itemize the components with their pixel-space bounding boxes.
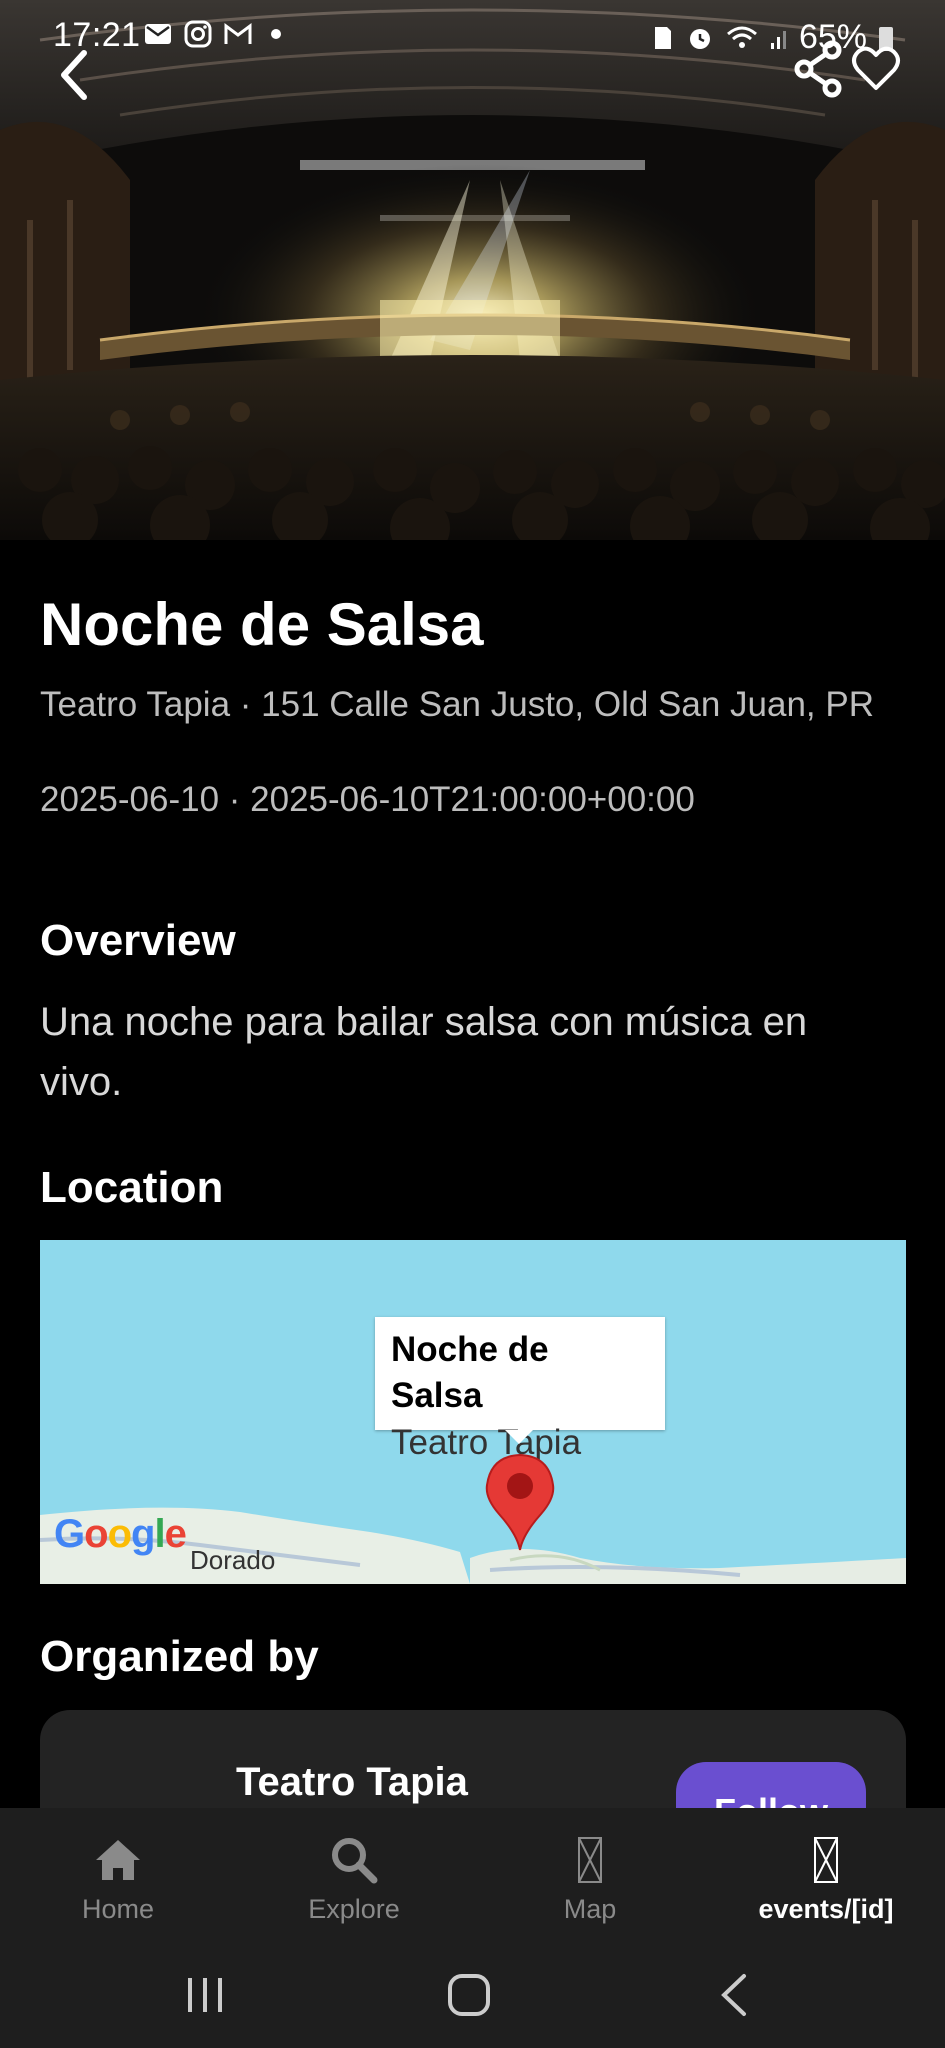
placeholder-icon xyxy=(814,1837,838,1883)
status-notification-icons xyxy=(143,19,281,49)
tab-map[interactable]: Map xyxy=(472,1808,708,1938)
home-icon xyxy=(96,1840,140,1880)
organizer-name: Teatro Tapia xyxy=(236,1760,468,1804)
event-address: Teatro Tapia · 151 Calle San Justo, Old … xyxy=(40,685,875,724)
map-place-label: Dorado xyxy=(190,1545,276,1575)
event-datetime: 2025-06-10 · 2025-06-10T21:00:00+00:00 xyxy=(40,780,695,819)
recent-apps-button[interactable] xyxy=(180,1970,230,2020)
event-title: Noche de Salsa xyxy=(40,591,484,658)
tab-explore-label: Explore xyxy=(308,1894,400,1924)
back-arrow-icon xyxy=(721,1974,746,2016)
home-system-button[interactable] xyxy=(444,1970,494,2020)
system-back-button[interactable] xyxy=(710,1970,760,2020)
signal-icon xyxy=(769,23,789,53)
map-info-callout[interactable]: Noche de Salsa Teatro Tapia xyxy=(375,1317,665,1462)
gmail-icon xyxy=(223,19,253,49)
wifi-icon xyxy=(725,23,759,53)
organizer-heading: Organized by xyxy=(40,1632,319,1681)
chevron-left-icon xyxy=(61,50,87,100)
tab-event-detail[interactable]: events/[id] xyxy=(708,1808,944,1938)
bottom-tab-bar: Home Explore Map events/[id] xyxy=(0,1808,945,1938)
map-logo: Google xyxy=(54,1512,187,1556)
overview-heading: Overview xyxy=(40,916,236,965)
back-button[interactable] xyxy=(50,45,100,105)
alarm-icon xyxy=(685,23,715,53)
home-circle-icon xyxy=(448,1974,490,2016)
instagram-icon xyxy=(183,19,213,49)
tab-home[interactable]: Home xyxy=(0,1808,236,1938)
more-notifications-dot xyxy=(271,29,281,39)
location-map[interactable]: Noche de Salsa Teatro Tapia Google Dorad… xyxy=(40,1240,906,1584)
overview-text: Una noche para bailar salsa con música e… xyxy=(40,1000,808,1104)
tab-map-label: Map xyxy=(563,1894,617,1924)
map-pin-icon xyxy=(485,1453,555,1551)
placeholder-icon xyxy=(578,1837,602,1883)
heart-icon xyxy=(852,46,900,90)
event-hero-image: 17:21 65% xyxy=(0,0,945,540)
sim-icon xyxy=(651,23,675,53)
tab-event-detail-label: events/[id] xyxy=(758,1894,894,1924)
callout-title: Noche de Salsa xyxy=(391,1330,549,1415)
share-button[interactable] xyxy=(792,40,844,98)
tab-explore[interactable]: Explore xyxy=(236,1808,472,1938)
share-icon xyxy=(794,40,842,98)
tab-home-label: Home xyxy=(81,1894,155,1924)
search-icon xyxy=(332,1838,378,1884)
map-pin-marker[interactable] xyxy=(483,1452,557,1552)
location-heading: Location xyxy=(40,1163,224,1212)
system-navigation-bar xyxy=(0,1938,945,2048)
recent-apps-icon xyxy=(188,1978,222,2012)
mail-icon xyxy=(143,19,173,49)
favorite-button[interactable] xyxy=(850,42,902,94)
